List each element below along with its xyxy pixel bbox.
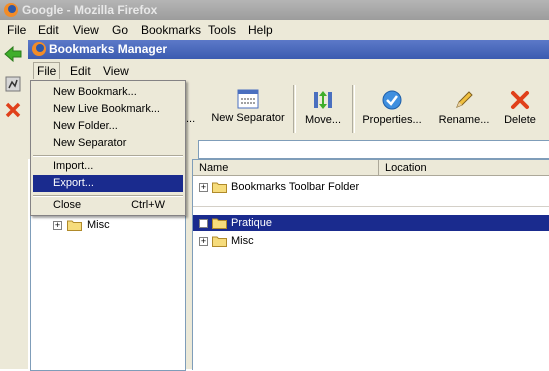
firefox-toolbar	[0, 40, 28, 369]
new-separator-icon	[237, 89, 259, 109]
column-header-name[interactable]: Name	[193, 160, 379, 176]
menu-item-label: New Bookmark...	[53, 86, 137, 98]
rename-label: Rename...	[438, 114, 490, 126]
move-icon	[314, 91, 332, 109]
bookmarks-manager-menu-bar: File Edit View	[28, 59, 549, 81]
menu-item-label: Close	[53, 199, 82, 211]
move-label: Move...	[304, 114, 342, 126]
pencil-icon	[456, 91, 473, 108]
menu-item-import[interactable]: Import...	[33, 158, 183, 175]
row-name: Misc	[231, 235, 254, 247]
firefox-menu-bar: File Edit View Go Bookmarks Tools Help	[0, 20, 549, 40]
menu-item-close[interactable]: Close Ctrl+W	[33, 197, 183, 214]
toolbar-divider	[352, 85, 355, 133]
folder-icon	[67, 220, 82, 231]
firefox-logo-icon	[32, 42, 46, 56]
menu-bookmarks[interactable]: Bookmarks	[141, 23, 201, 37]
folder-icon	[212, 218, 227, 229]
menu-item-shortcut: Ctrl+W	[131, 199, 165, 211]
bm-menu-file[interactable]: File	[33, 62, 61, 79]
bookmarks-manager-title: Bookmarks Manager	[49, 42, 168, 56]
rename-button[interactable]: Rename...	[434, 89, 494, 137]
firefox-window-title: Google - Mozilla Firefox	[22, 3, 158, 17]
delete-button[interactable]: Delete	[500, 89, 540, 137]
list-row[interactable]: + Misc	[193, 233, 549, 249]
menu-divider	[33, 155, 183, 157]
folder-icon	[212, 182, 227, 193]
reload-icon[interactable]	[3, 74, 23, 94]
menu-item-label: Export...	[53, 177, 94, 189]
expand-icon[interactable]: +	[53, 221, 62, 230]
expand-icon[interactable]: +	[199, 183, 208, 192]
expand-icon[interactable]: +	[199, 219, 208, 228]
menu-edit[interactable]: Edit	[38, 23, 59, 37]
truncated-button-label: ...	[186, 113, 196, 125]
list-row[interactable]: + Bookmarks Toolbar Folder	[193, 179, 549, 195]
menu-item-new-folder[interactable]: New Folder...	[33, 118, 183, 135]
bookmark-separator[interactable]	[193, 206, 549, 207]
menu-file[interactable]: File	[7, 23, 26, 37]
search-input[interactable]	[198, 140, 549, 159]
menu-item-label: New Live Bookmark...	[53, 103, 160, 115]
menu-view[interactable]: View	[73, 23, 99, 37]
new-separator-button[interactable]: New Separator	[208, 89, 288, 137]
stop-icon[interactable]	[3, 100, 23, 120]
menu-item-new-live-bookmark[interactable]: New Live Bookmark...	[33, 101, 183, 118]
bm-menu-edit[interactable]: Edit	[70, 64, 91, 78]
row-name: Bookmarks Toolbar Folder	[231, 181, 360, 193]
menu-item-new-separator[interactable]: New Separator	[33, 135, 183, 152]
bookmarks-manager-title-bar: Bookmarks Manager	[28, 40, 549, 59]
bookmarks-list[interactable]: Name Location + Bookmarks Toolbar Folder…	[192, 159, 549, 370]
back-arrow-icon[interactable]	[3, 44, 23, 64]
properties-check-icon	[382, 90, 402, 110]
file-dropdown-menu: New Bookmark... New Live Bookmark... New…	[30, 80, 186, 216]
firefox-logo-icon	[4, 3, 18, 17]
menu-item-new-bookmark[interactable]: New Bookmark...	[33, 84, 183, 101]
menu-item-label: New Folder...	[53, 120, 118, 132]
row-name: Pratique	[231, 217, 272, 229]
move-button[interactable]: Move...	[298, 89, 348, 137]
properties-button[interactable]: Properties...	[360, 89, 424, 137]
delete-label: Delete	[504, 114, 536, 126]
column-header-location[interactable]: Location	[379, 160, 549, 176]
menu-item-label: New Separator	[53, 137, 127, 149]
menu-item-label: Import...	[53, 160, 94, 172]
firefox-title-bar: Google - Mozilla Firefox	[0, 0, 549, 20]
menu-go[interactable]: Go	[112, 23, 128, 37]
folder-icon	[212, 236, 227, 247]
bm-menu-view[interactable]: View	[103, 64, 129, 78]
expand-icon[interactable]: +	[199, 237, 208, 246]
menu-tools[interactable]: Tools	[208, 23, 236, 37]
list-row-selected[interactable]: + Pratique	[193, 215, 549, 231]
delete-x-icon	[511, 91, 529, 109]
menu-item-export[interactable]: Export...	[33, 175, 183, 192]
tree-item-label: Misc	[87, 219, 110, 231]
new-separator-label: New Separator	[211, 112, 285, 124]
menu-help[interactable]: Help	[248, 23, 273, 37]
properties-label: Properties...	[362, 114, 422, 126]
toolbar-divider	[293, 85, 296, 133]
